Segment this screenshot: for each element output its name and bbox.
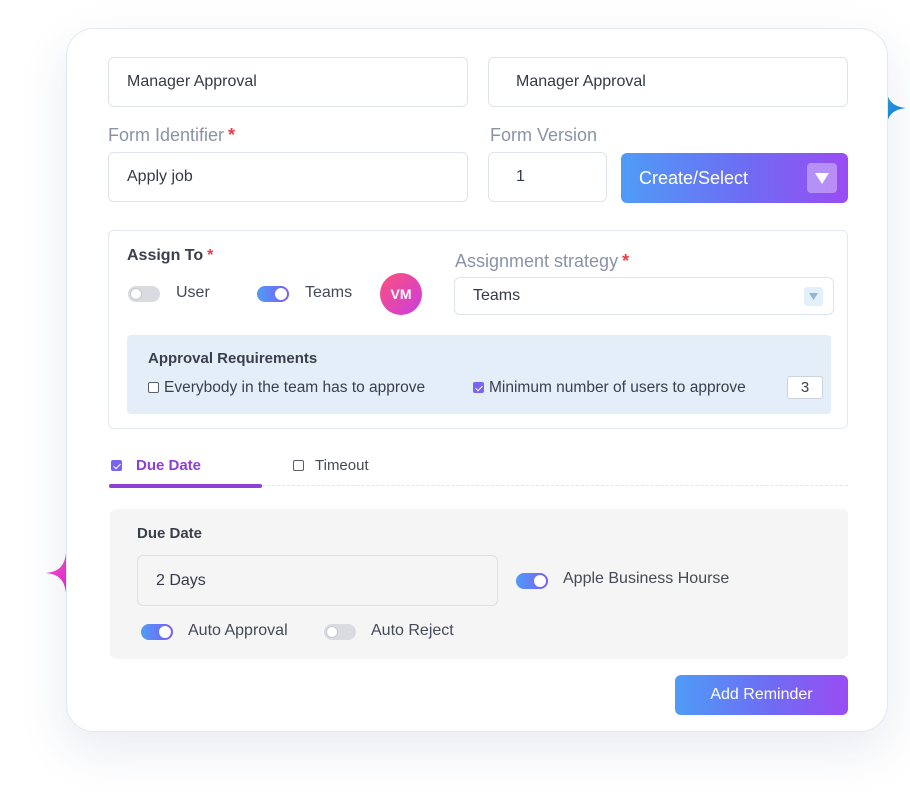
minimum-users-checkbox[interactable] (473, 382, 484, 393)
auto-approval-toggle[interactable] (141, 624, 173, 640)
toggle-knob (326, 626, 338, 638)
toggle-knob (275, 288, 287, 300)
user-toggle-label: User (176, 284, 210, 301)
everybody-approve-label: Everybody in the team has to approve (164, 379, 426, 396)
form-card: Manager Approval Manager Approval Form I… (66, 28, 888, 732)
chevron-down-icon (804, 287, 823, 306)
form-identifier-input[interactable]: Apply job (108, 152, 468, 202)
form-name-field[interactable]: Manager Approval (108, 57, 468, 107)
teams-toggle-label: Teams (305, 284, 353, 301)
auto-reject-label: Auto Reject (371, 622, 454, 639)
assign-to-label: Assign To * (127, 247, 214, 264)
approval-requirements-panel: Approval Requirements Everybody in the t… (127, 335, 831, 414)
due-date-input[interactable]: 2 Days (137, 555, 498, 606)
assignment-strategy-value: Teams (473, 287, 521, 304)
required-marker: * (622, 251, 630, 271)
form-version-label: Form Version (490, 125, 598, 145)
create-select-button[interactable]: Create/Select (621, 153, 848, 203)
required-marker: * (207, 247, 214, 264)
assignment-strategy-select[interactable]: Teams (454, 277, 834, 315)
form-identifier-label: Form Identifier * (108, 125, 236, 145)
auto-approval-label: Auto Approval (188, 622, 288, 639)
form-version-input[interactable]: 1 (488, 152, 607, 202)
toggle-knob (159, 626, 171, 638)
business-hours-toggle[interactable] (516, 573, 548, 589)
tabs-divider (262, 485, 848, 486)
create-select-label: Create/Select (639, 167, 749, 188)
add-reminder-label: Add Reminder (710, 686, 813, 703)
business-hours-label: Apple Business Hourse (563, 570, 730, 587)
minimum-users-input[interactable]: 3 (787, 376, 823, 399)
due-date-panel: Due Date 2 Days Apple Business Hourse Au… (110, 509, 848, 659)
approval-requirements-title: Approval Requirements (148, 350, 318, 367)
add-reminder-button[interactable]: Add Reminder (675, 675, 848, 715)
tab-due-date-checkbox[interactable] (111, 460, 122, 471)
due-date-title: Due Date (137, 525, 203, 542)
dropdown-arrow-icon (807, 163, 837, 193)
tab-timeout-checkbox[interactable] (293, 460, 304, 471)
form-display-name-field[interactable]: Manager Approval (488, 57, 848, 107)
tab-timeout[interactable]: Timeout (315, 457, 369, 474)
toggle-knob (130, 288, 142, 300)
user-toggle[interactable] (128, 286, 160, 302)
avatar[interactable]: VM (380, 273, 422, 315)
tab-due-date[interactable]: Due Date (136, 457, 201, 474)
auto-reject-toggle[interactable] (324, 624, 356, 640)
tab-active-underline (109, 484, 262, 488)
teams-toggle[interactable] (257, 286, 289, 302)
toggle-knob (534, 575, 546, 587)
everybody-approve-checkbox[interactable] (148, 382, 159, 393)
assign-section: Assign To * User Teams VM Assignment stra… (108, 230, 848, 429)
minimum-users-label: Minimum number of users to approve (489, 379, 746, 396)
assignment-strategy-label: Assignment strategy * (455, 251, 630, 271)
required-marker: * (228, 125, 236, 145)
